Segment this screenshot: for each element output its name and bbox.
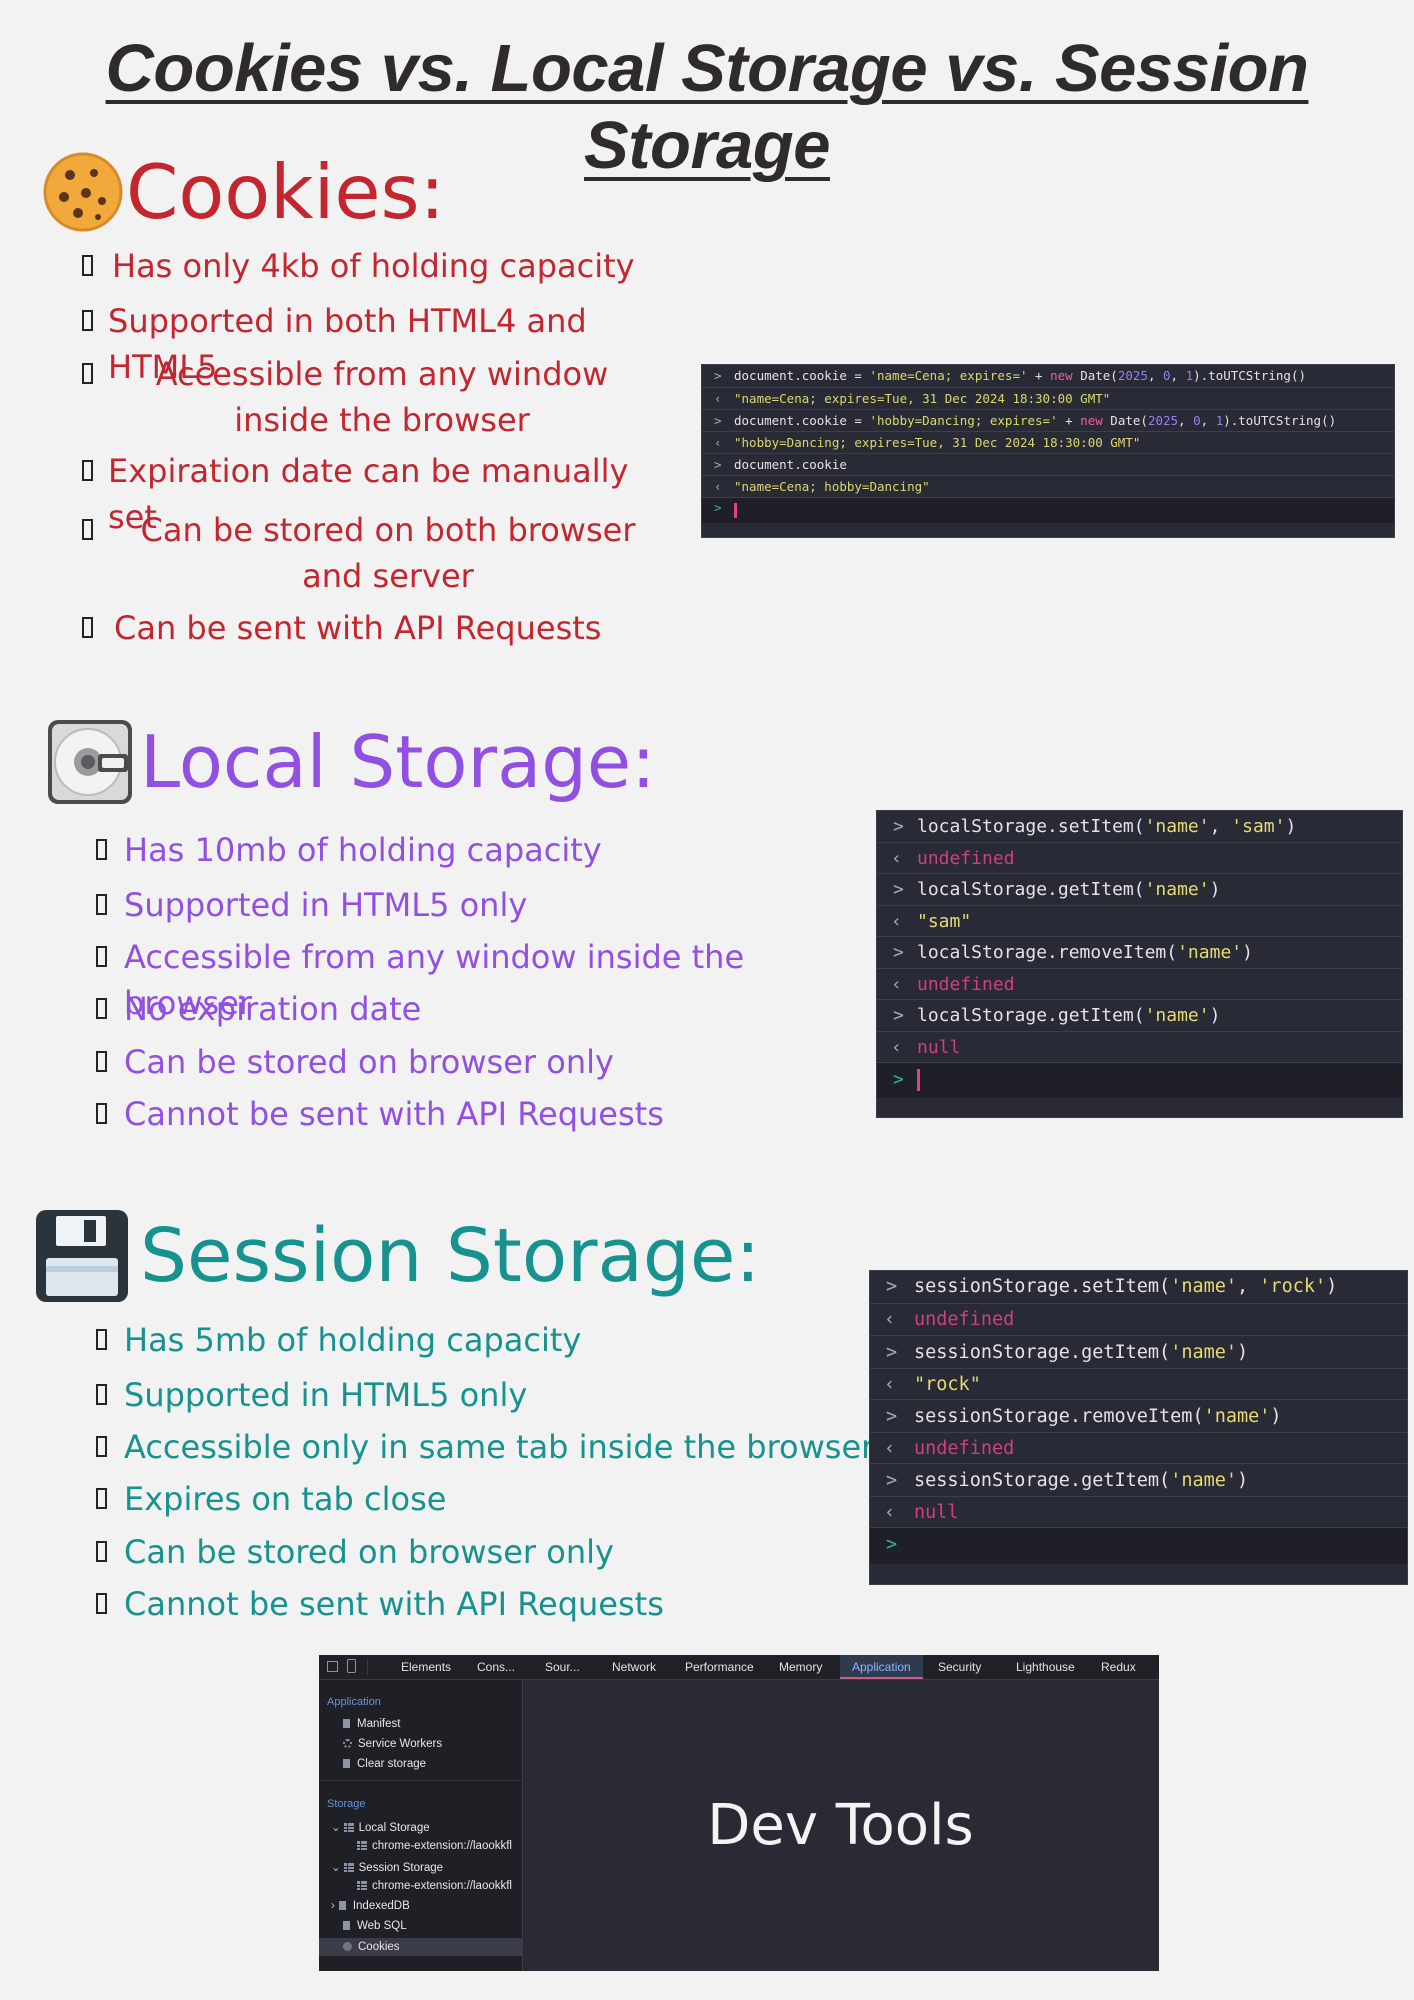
floppy-disk-icon xyxy=(36,1210,128,1302)
cookies-heading: Cookies: xyxy=(126,148,445,236)
database-icon xyxy=(338,1901,346,1910)
sidebar-item-manifest[interactable]: Manifest xyxy=(343,1718,400,1730)
cookies-header: Cookies: xyxy=(42,148,445,236)
tab-sources[interactable]: Sour... xyxy=(545,1655,580,1679)
console-row: > sessionStorage.getItem('name') xyxy=(870,1335,1407,1369)
console-input-row[interactable]: > xyxy=(702,497,1394,523)
tab-network[interactable]: Network xyxy=(612,1655,656,1679)
console-row: ‹ "rock" xyxy=(870,1368,1407,1400)
console-row: ‹ undefined xyxy=(877,842,1402,874)
table-icon xyxy=(357,1881,367,1890)
sidebar-item-clear-storage[interactable]: Clear storage xyxy=(343,1758,426,1770)
console-row: ‹ "name=Cena; hobby=Dancing" xyxy=(702,475,1394,498)
console-row: > document.cookie = 'name=Cena; expires=… xyxy=(714,368,1307,383)
cookie-icon xyxy=(343,1942,352,1951)
list-item: Cannot be sent with API Requests xyxy=(96,1091,716,1137)
tab-memory[interactable]: Memory xyxy=(779,1655,822,1679)
chevron-down-icon: ⌄ xyxy=(331,1862,341,1874)
list-item: Supported in HTML5 only xyxy=(96,882,716,928)
session-storage-heading: Session Storage: xyxy=(140,1213,761,1299)
tab-security[interactable]: Security xyxy=(938,1655,981,1679)
console-row: > localStorage.getItem('name') xyxy=(877,873,1402,906)
sidebar-section-application: Application xyxy=(327,1696,381,1708)
table-icon xyxy=(343,1863,354,1872)
console-input-row[interactable]: > xyxy=(877,1062,1402,1098)
inspect-element-icon[interactable] xyxy=(327,1661,338,1672)
devtools-sidebar: Application Manifest Service Workers Cle… xyxy=(319,1680,523,1971)
console-row: ‹ "sam" xyxy=(877,905,1402,937)
list-item: Can be stored on both browser and server xyxy=(82,507,682,599)
console-row: ‹ "name=Cena; expires=Tue, 31 Dec 2024 1… xyxy=(702,387,1394,410)
local-storage-heading: Local Storage: xyxy=(140,720,656,804)
sidebar-item-service-workers[interactable]: Service Workers xyxy=(343,1738,442,1750)
list-item: Expires on tab close xyxy=(96,1476,716,1522)
console-row: ‹ undefined xyxy=(870,1432,1407,1464)
list-item: No expiration date xyxy=(96,986,716,1032)
devtools-main-label: Dev Tools xyxy=(707,1793,974,1858)
list-item: Has 5mb of holding capacity xyxy=(96,1317,716,1363)
console-row: > localStorage.removeItem('name') xyxy=(877,936,1402,969)
console-row: > document.cookie = 'hobby=Dancing; expi… xyxy=(702,409,1394,432)
tab-divider xyxy=(367,1659,368,1675)
console-row: > localStorage.setItem('name', 'sam') xyxy=(893,816,1297,837)
sidebar-item-cookies[interactable]: Cookies xyxy=(319,1938,522,1956)
console-row: ‹ null xyxy=(870,1496,1407,1528)
console-row: ‹ "hobby=Dancing; expires=Tue, 31 Dec 20… xyxy=(702,431,1394,454)
cookies-console-screenshot: > document.cookie = 'name=Cena; expires=… xyxy=(701,364,1395,538)
table-icon xyxy=(357,1841,367,1850)
sidebar-item-indexeddb[interactable]: › IndexedDB xyxy=(331,1900,410,1912)
tab-lighthouse[interactable]: Lighthouse xyxy=(1016,1655,1075,1679)
sidebar-item-web-sql[interactable]: Web SQL xyxy=(343,1920,407,1932)
console-input-row[interactable]: > xyxy=(870,1527,1407,1564)
list-item: Supported in HTML5 only xyxy=(96,1372,716,1418)
list-item: Can be sent with API Requests xyxy=(82,605,642,651)
sidebar-item-session-storage-origin[interactable]: chrome-extension://laookkfl xyxy=(357,1880,512,1892)
chevron-down-icon: ⌄ xyxy=(331,1822,341,1834)
console-row: > sessionStorage.removeItem('name') xyxy=(870,1399,1407,1433)
devtools-tab-bar: Elements Cons... Sour... Network Perform… xyxy=(319,1655,1159,1680)
list-item: Cannot be sent with API Requests xyxy=(96,1581,716,1627)
list-item: Accessible only in same tab inside the b… xyxy=(96,1424,876,1470)
disc-drive-icon xyxy=(48,720,132,804)
session-storage-console-screenshot: > sessionStorage.setItem('name', 'rock')… xyxy=(869,1270,1408,1585)
tab-console[interactable]: Cons... xyxy=(477,1655,515,1679)
sidebar-item-session-storage[interactable]: ⌄ Session Storage xyxy=(331,1860,443,1874)
device-toolbar-icon[interactable] xyxy=(347,1659,356,1673)
sidebar-section-storage: Storage xyxy=(327,1798,366,1810)
table-icon xyxy=(343,1823,354,1832)
local-storage-console-screenshot: > localStorage.setItem('name', 'sam') ‹ … xyxy=(876,810,1403,1118)
list-item: Can be stored on browser only xyxy=(96,1039,716,1085)
sidebar-divider xyxy=(319,1780,522,1781)
gear-icon xyxy=(343,1739,352,1748)
tab-elements[interactable]: Elements xyxy=(401,1655,451,1679)
tab-redux[interactable]: Redux xyxy=(1101,1655,1136,1679)
local-storage-header: Local Storage: xyxy=(46,718,655,806)
list-item: Has only 4kb of holding capacity xyxy=(82,243,642,289)
database-icon xyxy=(343,1921,350,1930)
list-item: Has 10mb of holding capacity xyxy=(96,827,716,873)
list-item: Can be stored on browser only xyxy=(96,1529,716,1575)
cookie-icon xyxy=(43,152,123,232)
chevron-right-icon: › xyxy=(331,1900,335,1912)
list-item: Accessible from any window inside the br… xyxy=(82,351,662,443)
console-row: ‹ null xyxy=(877,1031,1402,1063)
tab-application[interactable]: Application xyxy=(840,1655,923,1679)
console-row: > sessionStorage.setItem('name', 'rock') xyxy=(886,1276,1338,1297)
document-icon xyxy=(343,1719,350,1728)
sidebar-item-local-storage[interactable]: ⌄ Local Storage xyxy=(331,1820,430,1834)
trash-icon xyxy=(343,1759,350,1768)
sidebar-item-local-storage-origin[interactable]: chrome-extension://laookkfl xyxy=(357,1840,512,1852)
console-row: > localStorage.getItem('name') xyxy=(877,999,1402,1032)
console-row: ‹ undefined xyxy=(870,1303,1407,1336)
console-row: ‹ undefined xyxy=(877,968,1402,1000)
console-row: > sessionStorage.getItem('name') xyxy=(870,1463,1407,1497)
console-row: > document.cookie xyxy=(702,453,1394,476)
tab-performance[interactable]: Performance xyxy=(685,1655,754,1679)
devtools-panel: Elements Cons... Sour... Network Perform… xyxy=(319,1655,1159,1971)
session-storage-header: Session Storage: xyxy=(34,1208,760,1304)
